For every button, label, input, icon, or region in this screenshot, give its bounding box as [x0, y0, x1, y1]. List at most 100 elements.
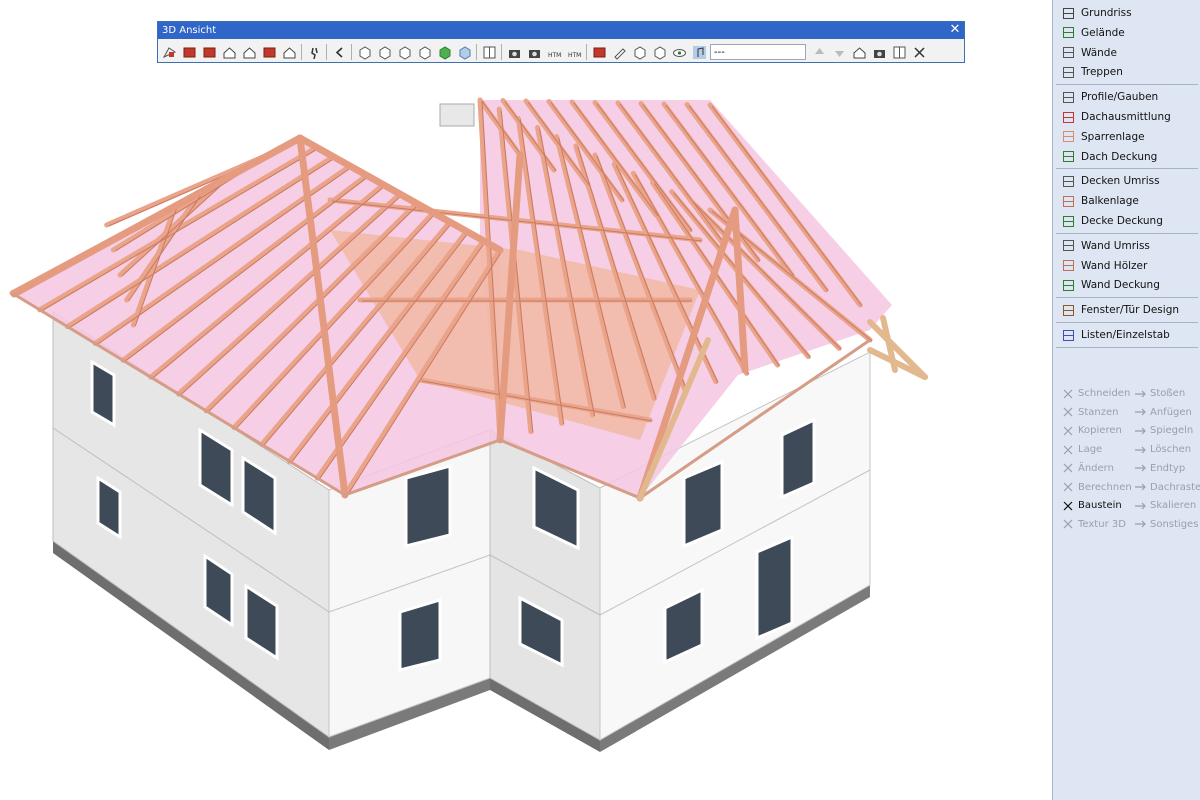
- toolbar-title: 3D Ansicht: [162, 25, 217, 36]
- panel-item-label: Wände: [1081, 46, 1117, 59]
- panel-item-label: Wand Deckung: [1081, 279, 1160, 292]
- tool-left[interactable]: Stanzen: [1061, 404, 1118, 421]
- panel-divider: [1056, 346, 1198, 348]
- house-3d-model[interactable]: [0, 0, 1052, 800]
- cube-wire-2-icon[interactable]: [375, 43, 393, 61]
- html-export-2-icon[interactable]: HTML: [565, 43, 583, 61]
- panel-item[interactable]: Gelände: [1061, 24, 1125, 42]
- tool-label: Löschen: [1150, 444, 1192, 456]
- tool-right[interactable]: Spiegeln: [1133, 422, 1193, 439]
- house-front-icon[interactable]: [280, 43, 298, 61]
- tool-icon: [1061, 462, 1074, 475]
- tool-right[interactable]: Stoßen: [1133, 385, 1185, 402]
- panel-item[interactable]: Balkenlage: [1061, 192, 1139, 210]
- panel-item-icon: [1061, 26, 1075, 40]
- camera-2-icon[interactable]: [525, 43, 543, 61]
- panel-item[interactable]: Decke Deckung: [1061, 212, 1163, 230]
- panel-item-icon: [1061, 65, 1075, 79]
- cube-layers-icon[interactable]: [630, 43, 648, 61]
- panel-item[interactable]: Wand Umriss: [1061, 237, 1150, 255]
- toolbar-separator: [476, 44, 477, 60]
- arrow-down-icon[interactable]: [830, 43, 848, 61]
- panel-item-icon: [1061, 214, 1075, 228]
- tool-right[interactable]: Anfügen: [1133, 404, 1192, 421]
- panel-item-icon: [1061, 259, 1075, 273]
- panel-item-label: Balkenlage: [1081, 195, 1139, 208]
- pen-icon[interactable]: [610, 43, 628, 61]
- close-window-icon[interactable]: [910, 43, 928, 61]
- step-back-icon[interactable]: [330, 43, 348, 61]
- panel-item-icon: [1061, 174, 1075, 188]
- panel-item[interactable]: Dachausmittlung: [1061, 108, 1171, 126]
- tool-icon: [1133, 443, 1146, 456]
- dach-red-icon[interactable]: [590, 43, 608, 61]
- tool-right[interactable]: Skalieren: [1133, 497, 1196, 514]
- panel-item[interactable]: Listen/Einzelstab: [1061, 326, 1170, 344]
- tool-label: Spiegeln: [1150, 425, 1194, 437]
- view-select[interactable]: ---: [710, 44, 806, 60]
- cube-shaded-icon[interactable]: [455, 43, 473, 61]
- side-panel: Grundriss Gelände Wände Treppen Profile/Gaub…: [1052, 0, 1200, 800]
- tool-label: Endtyp: [1150, 462, 1186, 474]
- panel-item-label: Wand Hölzer: [1081, 259, 1148, 272]
- camera-icon[interactable]: [505, 43, 523, 61]
- panel-item[interactable]: Grundriss: [1061, 4, 1132, 22]
- tool-label: Baustein: [1078, 500, 1122, 512]
- tool-left[interactable]: Berechnen: [1061, 479, 1132, 496]
- camera-settings-icon[interactable]: [480, 43, 498, 61]
- tool-left[interactable]: Textur 3D: [1061, 516, 1126, 533]
- camera-house-icon[interactable]: [870, 43, 888, 61]
- cube-wire-icon[interactable]: [355, 43, 373, 61]
- tool-left[interactable]: Kopieren: [1061, 422, 1122, 439]
- eye-menu-icon[interactable]: [670, 43, 688, 61]
- tool-label: Berechnen: [1078, 481, 1132, 493]
- toolbar-title-bar[interactable]: 3D Ansicht ✕: [158, 22, 964, 39]
- tool-icon: [1061, 481, 1074, 494]
- panel-item[interactable]: Treppen: [1061, 63, 1123, 81]
- panel-item[interactable]: Wand Hölzer: [1061, 257, 1147, 275]
- red-block-icon[interactable]: [260, 43, 278, 61]
- walk-icon[interactable]: [305, 43, 323, 61]
- window-icon[interactable]: [890, 43, 908, 61]
- panel-divider: [1056, 297, 1198, 299]
- panel-item[interactable]: Sparrenlage: [1061, 128, 1145, 146]
- tool-icon: [1133, 499, 1146, 512]
- panel-item[interactable]: Wand Deckung: [1061, 276, 1160, 294]
- tool-label: Kopieren: [1078, 425, 1122, 437]
- cube-open-icon[interactable]: [415, 43, 433, 61]
- close-icon[interactable]: ✕: [948, 23, 962, 37]
- house-view-icon[interactable]: [220, 43, 238, 61]
- house-edit-icon[interactable]: [850, 43, 868, 61]
- tool-left[interactable]: Baustein: [1061, 497, 1122, 514]
- tool-right[interactable]: Endtyp: [1133, 460, 1185, 477]
- tool-right[interactable]: Sonstiges: [1133, 516, 1198, 533]
- panel-item[interactable]: Profile/Gauben: [1061, 88, 1158, 106]
- panel-item[interactable]: Dach Deckung: [1061, 148, 1157, 166]
- panel-item[interactable]: Wände: [1061, 44, 1117, 62]
- 3d-viewport[interactable]: 3D Ansicht ✕ HTML HTML ---: [0, 0, 1052, 800]
- perspective-icon[interactable]: [160, 43, 178, 61]
- house-view-2-icon[interactable]: [240, 43, 258, 61]
- tool-right[interactable]: Löschen: [1133, 441, 1191, 458]
- cube-green-icon[interactable]: [435, 43, 453, 61]
- tool-left[interactable]: Lage: [1061, 441, 1102, 458]
- south-view-icon[interactable]: [200, 43, 218, 61]
- arrow-up-icon[interactable]: [810, 43, 828, 61]
- tool-icon: [1061, 406, 1074, 419]
- panel-item[interactable]: Decken Umriss: [1061, 172, 1160, 190]
- 3d-view-toolbar-window[interactable]: 3D Ansicht ✕ HTML HTML ---: [157, 21, 965, 63]
- cube-wire-3-icon[interactable]: [395, 43, 413, 61]
- toolbar-separator: [301, 44, 302, 60]
- music-icon[interactable]: [690, 43, 708, 61]
- html-export-icon[interactable]: HTML: [545, 43, 563, 61]
- tool-left[interactable]: Schneiden: [1061, 385, 1130, 402]
- panel-item-label: Decken Umriss: [1081, 175, 1160, 188]
- north-view-icon[interactable]: [180, 43, 198, 61]
- tool-left[interactable]: Ändern: [1061, 460, 1114, 477]
- panel-divider: [1056, 322, 1198, 323]
- panel-item-icon: [1061, 150, 1075, 164]
- tool-label: Schneiden: [1078, 388, 1131, 399]
- tool-right[interactable]: Dachraster: [1133, 479, 1200, 496]
- stack-menu-icon[interactable]: [650, 43, 668, 61]
- panel-item[interactable]: Fenster/Tür Design: [1061, 301, 1179, 319]
